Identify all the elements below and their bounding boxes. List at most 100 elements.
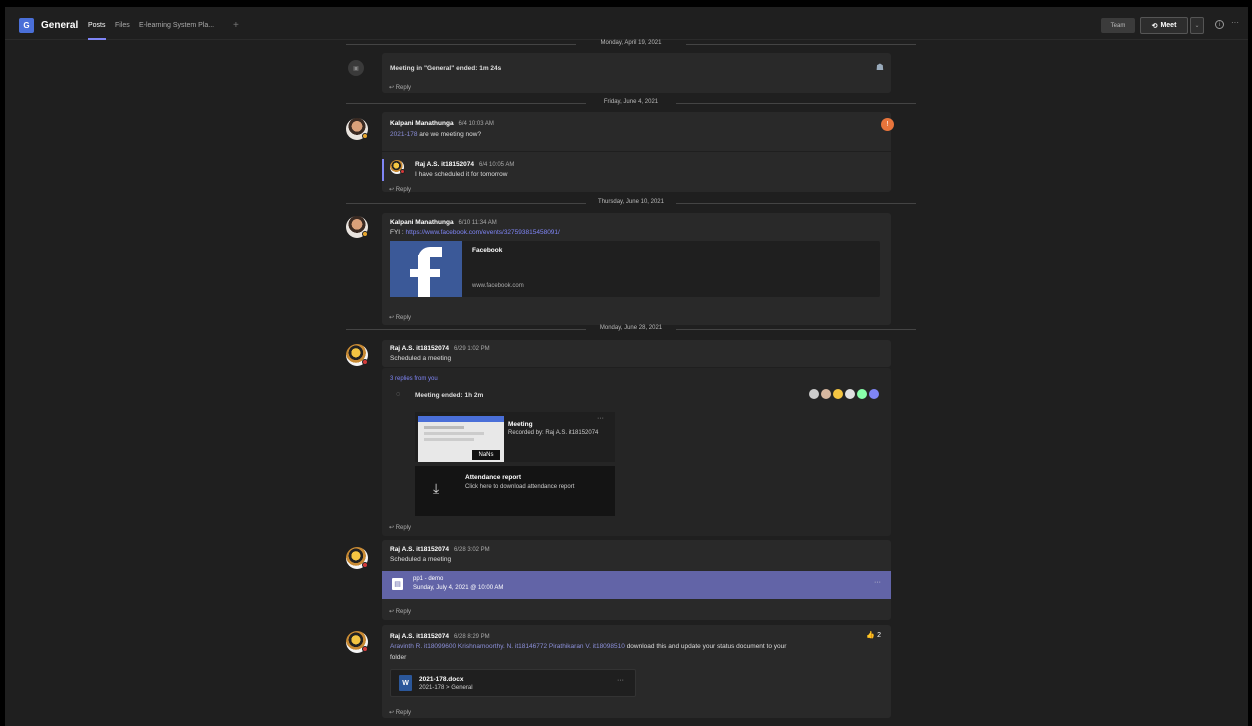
- attendance-title: Attendance report: [465, 474, 521, 481]
- message-card[interactable]: Raj A.S. it18152074 6/29 1:02 PM Schedul…: [382, 340, 891, 367]
- facebook-logo-icon: [390, 241, 462, 297]
- presence-busy-icon: [400, 169, 405, 174]
- meeting-icon: ▣: [348, 60, 364, 76]
- message-body: Scheduled a meeting: [390, 556, 452, 563]
- sender-name[interactable]: Raj A.S. it18152074: [390, 546, 449, 553]
- team-avatar[interactable]: G: [19, 18, 34, 33]
- important-icon: !: [881, 118, 894, 131]
- reply-thread: Raj A.S. it18152074 6/4 10:05 AM I have …: [382, 151, 891, 184]
- thread-replies: 3 replies from you ◌ Meeting ended: 1h 2…: [382, 368, 891, 536]
- participant-avatar: [845, 389, 855, 399]
- participants-icon: ☗: [875, 62, 884, 72]
- recording-title: Meeting: [508, 421, 533, 428]
- message-card[interactable]: Raj A.S. it18152074 6/28 3:02 PM Schedul…: [382, 540, 891, 620]
- reaction-count: 2: [877, 632, 881, 639]
- message-header: Kalpani Manathunga 6/4 10:03 AM: [390, 120, 494, 127]
- reply-button[interactable]: ↩ Reply: [389, 314, 411, 321]
- recording-card[interactable]: NaNs Meeting Recorded by: Raj A.S. it181…: [415, 412, 615, 462]
- date-divider: Monday, April 19, 2021: [346, 40, 916, 49]
- file-attachment[interactable]: W 2021-178.docx 2021-178 > General ···: [390, 669, 636, 697]
- meeting-ended-card[interactable]: ▣ Meeting in "General" ended: 1m 24s ☗ ↩…: [348, 53, 891, 93]
- meeting-event-card[interactable]: ▤ pp1 - demo Sunday, July 4, 2021 @ 10:0…: [382, 571, 891, 599]
- meet-label: Meet: [1160, 22, 1177, 29]
- recording-by: Recorded by: Raj A.S. it18152074: [508, 430, 599, 436]
- recording-thumbnail[interactable]: NaNs: [418, 416, 504, 462]
- channel-header: G General Posts Files E-learning System …: [5, 7, 1248, 40]
- more-options-icon[interactable]: ···: [874, 579, 881, 586]
- meet-button[interactable]: ⟲ Meet: [1140, 17, 1188, 34]
- sender-name[interactable]: Kalpani Manathunga: [390, 219, 454, 226]
- reaction[interactable]: 👍 2: [866, 631, 881, 639]
- reply-button[interactable]: ↩ Reply: [389, 709, 411, 716]
- chevron-down-icon: ⌄: [1194, 23, 1200, 29]
- presence-busy-icon: [362, 562, 368, 568]
- attendance-report-card[interactable]: ⤓ Attendance report Click here to downlo…: [415, 466, 615, 516]
- participant-avatar: [833, 389, 843, 399]
- event-time: Sunday, July 4, 2021 @ 10:00 AM: [413, 585, 504, 591]
- message-card[interactable]: Kalpani Manathunga 6/4 10:03 AM 2021-178…: [382, 112, 894, 193]
- presence-away-icon: [362, 231, 368, 237]
- more-options-icon[interactable]: ···: [617, 677, 624, 684]
- attendance-subtitle: Click here to download attendance report: [465, 484, 575, 490]
- date-divider: Thursday, June 10, 2021: [346, 199, 916, 208]
- tab-files[interactable]: Files: [115, 22, 130, 29]
- message-time: 6/29 1:02 PM: [453, 346, 490, 352]
- date-label: Friday, June 4, 2021: [599, 99, 663, 105]
- file-path: 2021-178 > General: [419, 685, 473, 691]
- event-title: pp1 - demo: [413, 576, 444, 582]
- message-time: 6/28 3:02 PM: [453, 547, 490, 553]
- reply-button[interactable]: ↩ Reply: [389, 186, 411, 193]
- message-body: FYI : https://www.facebook.com/events/32…: [390, 229, 560, 236]
- sender-name[interactable]: Raj A.S. it18152074: [390, 633, 449, 640]
- participant-avatar: [857, 389, 867, 399]
- message-body: Aravinth R. it18099600 Krishnamoorthy. N…: [390, 643, 787, 650]
- message-time: 6/4 10:03 AM: [458, 121, 494, 127]
- preview-title: Facebook: [472, 247, 503, 254]
- meeting-ended-text: Meeting ended: 1h 2m: [415, 392, 484, 399]
- meet-dropdown-button[interactable]: ⌄: [1190, 17, 1204, 34]
- replies-link[interactable]: 3 replies from you: [390, 376, 438, 382]
- event-link[interactable]: https://www.facebook.com/events/32759381…: [406, 229, 560, 236]
- add-tab-button[interactable]: +: [233, 20, 239, 31]
- team-button[interactable]: Team: [1101, 18, 1135, 33]
- tag-mention[interactable]: 2021-178: [390, 131, 417, 138]
- date-label: Thursday, June 10, 2021: [594, 199, 668, 205]
- file-name: 2021-178.docx: [419, 676, 464, 683]
- reply-button[interactable]: ↩ Reply: [389, 608, 411, 615]
- recording-duration: NaNs: [472, 450, 500, 460]
- participant-avatar: [809, 389, 819, 399]
- message-body-cont: folder: [390, 654, 407, 661]
- active-tab-indicator: [88, 38, 106, 40]
- message-card[interactable]: Raj A.S. it18152074 6/28 8:29 PM 👍 2 Ara…: [382, 625, 891, 718]
- message-time: 6/28 8:29 PM: [453, 634, 490, 640]
- sender-name[interactable]: Raj A.S. it18152074: [415, 161, 474, 168]
- info-icon[interactable]: i: [1215, 20, 1224, 29]
- meeting-ended-icon: ◌: [396, 391, 401, 398]
- meeting-ended-text: Meeting in "General" ended: 1m 24s: [390, 65, 502, 72]
- teams-window: G General Posts Files E-learning System …: [5, 7, 1248, 726]
- participant-avatar: [869, 389, 879, 399]
- preview-domain: www.facebook.com: [472, 283, 524, 289]
- tab-posts[interactable]: Posts: [88, 22, 106, 29]
- sender-name[interactable]: Raj A.S. it18152074: [390, 345, 449, 352]
- reply-button[interactable]: ↩ Reply: [389, 524, 411, 531]
- more-options-icon[interactable]: ···: [597, 415, 604, 422]
- mentions[interactable]: Aravinth R. it18099600 Krishnamoorthy. N…: [390, 643, 625, 650]
- sender-name[interactable]: Kalpani Manathunga: [390, 120, 454, 127]
- presence-busy-icon: [362, 359, 368, 365]
- like-icon: 👍: [866, 632, 876, 639]
- thread-line: [382, 159, 384, 181]
- reply-button[interactable]: ↩ Reply: [389, 84, 411, 91]
- word-file-icon: W: [399, 675, 412, 691]
- more-options-icon[interactable]: ···: [1231, 18, 1239, 27]
- tab-elearning-plan[interactable]: E-learning System Pla...: [139, 22, 214, 29]
- presence-busy-icon: [362, 646, 368, 652]
- link-preview[interactable]: Facebook www.facebook.com: [390, 241, 880, 297]
- message-time: 6/10 11:34 AM: [458, 220, 497, 226]
- message-card[interactable]: Kalpani Manathunga 6/10 11:34 AM FYI : h…: [382, 213, 891, 325]
- presence-away-icon: [362, 133, 368, 139]
- download-icon: ⤓: [433, 480, 440, 496]
- reply-body: I have scheduled it for tomorrow: [415, 171, 508, 178]
- calendar-icon: ▤: [392, 578, 403, 590]
- team-label: Team: [1110, 22, 1126, 29]
